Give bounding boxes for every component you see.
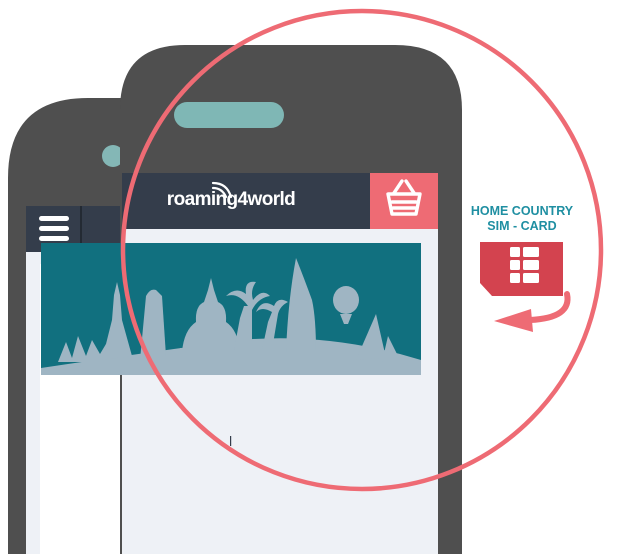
sim-card-label: HOME COUNTRY SIM - CARD (458, 204, 586, 234)
hero-banner (41, 243, 421, 375)
sim-label-line2: SIM - CARD (487, 219, 557, 233)
hamburger-menu-icon (39, 216, 69, 241)
app-brand-name: roaming4world (166, 189, 296, 210)
speaker-grille (174, 102, 284, 128)
curved-arrow-icon (494, 291, 571, 332)
text-cursor (230, 436, 232, 446)
illustration-scene (8, 8, 604, 554)
sim-card-icon (480, 242, 563, 296)
sim-label-line1: HOME COUNTRY (470, 204, 574, 218)
